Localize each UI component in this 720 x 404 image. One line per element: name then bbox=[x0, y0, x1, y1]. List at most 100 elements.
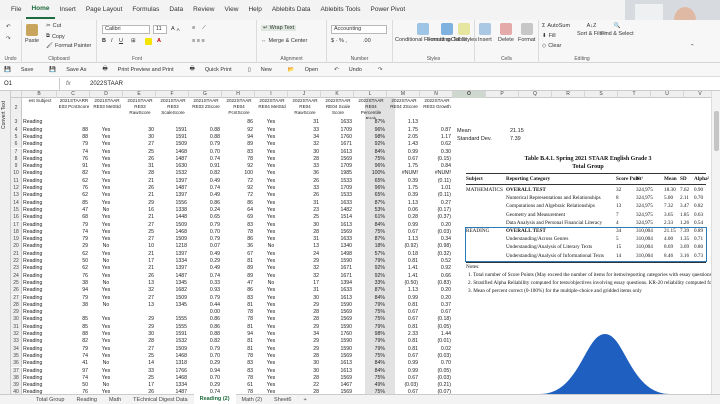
data-cell[interactable]: Yes bbox=[256, 178, 288, 185]
data-cell[interactable]: 1591 bbox=[157, 134, 189, 141]
data-cell[interactable]: 78 bbox=[223, 156, 255, 163]
vertical-scrollbar[interactable] bbox=[711, 91, 720, 394]
number-format-select[interactable]: Accounting bbox=[331, 25, 387, 34]
add-sheet-button[interactable]: + bbox=[297, 395, 312, 404]
data-cell[interactable]: 1709 bbox=[322, 163, 354, 170]
data-cell[interactable]: 87% bbox=[355, 236, 387, 243]
data-cell[interactable]: 17 bbox=[124, 382, 156, 389]
data-cell[interactable]: 21 bbox=[124, 192, 156, 199]
data-cell[interactable]: 81 bbox=[223, 346, 255, 353]
data-cell[interactable]: 0.67 bbox=[388, 309, 420, 316]
row-header[interactable]: 21 bbox=[11, 250, 22, 258]
data-cell[interactable]: 21 bbox=[124, 251, 156, 258]
data-cell[interactable]: 28 bbox=[289, 156, 321, 163]
row-header[interactable]: 10 bbox=[11, 170, 22, 178]
data-cell[interactable]: 29 bbox=[58, 243, 90, 250]
data-cell[interactable]: 82 bbox=[58, 338, 90, 345]
data-cell[interactable]: 91 bbox=[58, 163, 90, 170]
grow-font-icon[interactable]: AA bbox=[171, 26, 180, 32]
data-cell[interactable]: 0.67 bbox=[388, 229, 420, 236]
data-cell[interactable]: Yes bbox=[256, 134, 288, 141]
data-cell[interactable]: 86 bbox=[223, 236, 255, 243]
data-cell[interactable]: 0.49 bbox=[190, 265, 222, 272]
data-cell[interactable]: 1633 bbox=[322, 200, 354, 207]
data-cell[interactable]: Yes bbox=[256, 295, 288, 302]
data-cell[interactable]: 1532 bbox=[157, 338, 189, 345]
data-cell[interactable]: Yes bbox=[256, 287, 288, 294]
data-cell[interactable]: 1671 bbox=[322, 141, 354, 148]
data-cell[interactable]: Yes bbox=[256, 360, 288, 367]
row-header[interactable]: 16 bbox=[11, 214, 22, 222]
data-cell[interactable]: 29 bbox=[124, 324, 156, 331]
column-header-U[interactable]: U bbox=[651, 91, 684, 98]
data-cell[interactable]: Reading bbox=[23, 214, 57, 221]
data-cell[interactable]: 1671 bbox=[322, 265, 354, 272]
data-cell[interactable]: 1509 bbox=[157, 346, 189, 353]
data-cell[interactable]: 0.70 bbox=[190, 229, 222, 236]
data-cell[interactable]: 1555 bbox=[157, 324, 189, 331]
data-cell[interactable]: 0.74 bbox=[190, 156, 222, 163]
data-cell[interactable]: 1318 bbox=[157, 360, 189, 367]
data-cell[interactable]: 64 bbox=[223, 207, 255, 214]
data-cell[interactable]: 1.13 bbox=[388, 200, 420, 207]
data-cell[interactable]: (0.11) bbox=[421, 192, 453, 199]
data-cell[interactable]: 1709 bbox=[322, 127, 354, 134]
data-cell[interactable]: 13 bbox=[124, 302, 156, 309]
row-header[interactable]: 12 bbox=[11, 185, 22, 193]
column-header-B[interactable]: B bbox=[22, 91, 57, 98]
column-title-cell[interactable]: 2022STAAR RE04 RawScore bbox=[289, 98, 321, 119]
data-cell[interactable]: 1.13 bbox=[388, 119, 420, 126]
row-header[interactable]: 19 bbox=[11, 236, 22, 244]
data-cell[interactable]: 33% bbox=[355, 280, 387, 287]
data-cell[interactable]: (0.05) bbox=[421, 368, 453, 375]
data-cell[interactable]: Yes bbox=[91, 127, 123, 134]
data-cell[interactable]: 1709 bbox=[322, 185, 354, 192]
row-header[interactable]: 31 bbox=[11, 323, 22, 331]
data-cell[interactable]: 0.99 bbox=[388, 360, 420, 367]
data-cell[interactable]: 0.49 bbox=[190, 192, 222, 199]
data-cell[interactable]: 89 bbox=[223, 273, 255, 280]
data-cell[interactable]: (0.50) bbox=[388, 280, 420, 287]
data-cell[interactable]: (0.18) bbox=[421, 316, 453, 323]
data-cell[interactable]: 28 bbox=[124, 338, 156, 345]
row-header[interactable]: 5 bbox=[11, 133, 22, 142]
row-header[interactable]: 24 bbox=[11, 272, 22, 280]
data-cell[interactable]: 1591 bbox=[157, 331, 189, 338]
data-cell[interactable]: 47 bbox=[223, 280, 255, 287]
data-cell[interactable]: 0.52 bbox=[421, 258, 453, 265]
data-cell[interactable]: Reading bbox=[23, 265, 57, 272]
data-cell[interactable]: 84% bbox=[355, 222, 387, 229]
data-cell[interactable]: 26 bbox=[289, 178, 321, 185]
data-cell[interactable]: 29 bbox=[289, 302, 321, 309]
column-header-K[interactable]: K bbox=[321, 91, 354, 98]
data-cell[interactable]: 29 bbox=[124, 316, 156, 323]
find-select-button[interactable]: 🔍 Find & Select bbox=[601, 23, 634, 37]
data-cell[interactable]: 79% bbox=[355, 346, 387, 353]
data-cell[interactable]: Reading bbox=[23, 127, 57, 134]
data-cell[interactable]: 0.81 bbox=[388, 346, 420, 353]
data-cell[interactable]: 36 bbox=[223, 243, 255, 250]
data-cell[interactable]: Yes bbox=[256, 141, 288, 148]
data-cell[interactable]: 1468 bbox=[157, 353, 189, 360]
data-cell[interactable]: 1569 bbox=[322, 375, 354, 382]
data-cell[interactable]: 1633 bbox=[322, 287, 354, 294]
column-title-cell[interactable]: 2022STAAR RE03 Growth bbox=[421, 98, 453, 119]
data-cell[interactable]: 1334 bbox=[157, 382, 189, 389]
data-cell[interactable]: 2.33 bbox=[388, 331, 420, 338]
data-cell[interactable]: 84% bbox=[355, 295, 387, 302]
data-cell[interactable]: 1.44 bbox=[421, 331, 453, 338]
data-cell[interactable]: Yes bbox=[91, 236, 123, 243]
data-cell[interactable]: (0.03) bbox=[421, 375, 453, 382]
data-cell[interactable]: Yes bbox=[91, 229, 123, 236]
data-cell[interactable]: 92 bbox=[223, 127, 255, 134]
row-header[interactable]: 3 bbox=[11, 119, 22, 127]
data-cell[interactable]: Yes bbox=[91, 375, 123, 382]
column-title-cell[interactable]: 2021STAAR RE03 RawScore bbox=[124, 98, 156, 119]
data-cell[interactable] bbox=[157, 309, 189, 316]
data-cell[interactable]: Yes bbox=[91, 295, 123, 302]
data-cell[interactable]: 0.99 bbox=[388, 295, 420, 302]
fill-button[interactable]: ⬇ Fill bbox=[542, 33, 556, 39]
row-header[interactable]: 15 bbox=[11, 206, 22, 215]
data-cell[interactable]: Reading bbox=[23, 178, 57, 185]
convert-text-pane[interactable]: Convert Text bbox=[0, 91, 11, 394]
